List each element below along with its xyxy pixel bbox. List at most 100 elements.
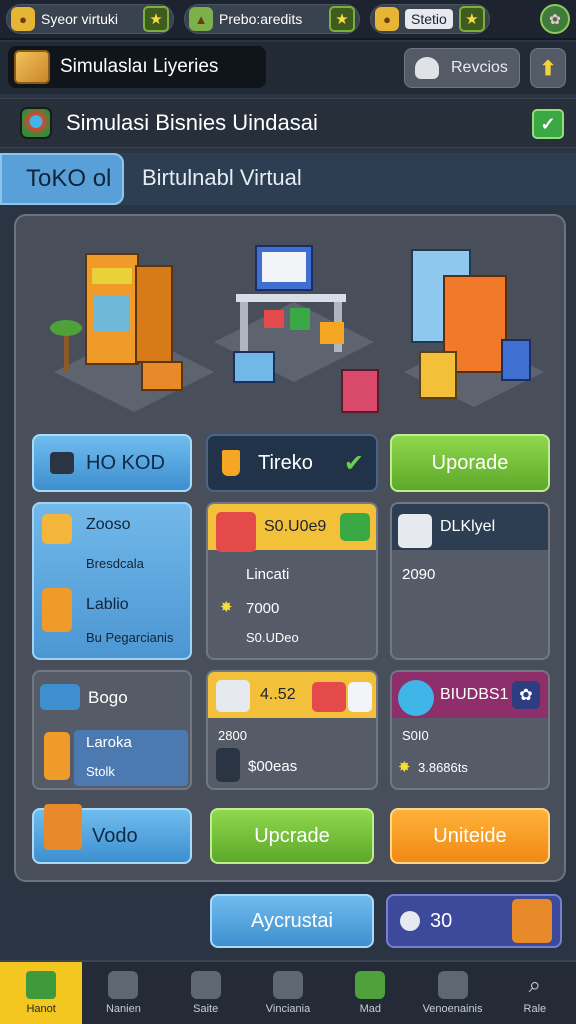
nav-vending[interactable]: Venoenainis [411, 962, 493, 1024]
card-price: 4..52 [260, 686, 296, 703]
tab-toko[interactable]: ToKO ol [0, 153, 124, 205]
resource-bar: ● Syeor virtuki ★ ▲ Prebo:aredits ★ ● St… [0, 0, 576, 40]
tab-toko-label: ToKO ol [26, 165, 112, 192]
star-icon: ★ [143, 6, 169, 32]
store-icon [50, 452, 74, 474]
tireko-button[interactable]: Tireko ✔ [206, 434, 378, 492]
basket-icon [512, 899, 552, 943]
shop-card-mid-top[interactable]: S0.U0e9 Lincati ✸ 7000 S0.UDeo [206, 502, 378, 660]
fridge-icon [42, 588, 72, 632]
upgrade-mid-label: Upcrade [254, 824, 330, 847]
sparkle-icon: ✸ [398, 759, 411, 776]
app-header: Simulaslaı Liyeries Revcios ⬆ [0, 42, 576, 94]
flower-icon: ✿ [512, 681, 540, 709]
currency-credits[interactable]: ▲ Prebo:aredits ★ [184, 4, 360, 34]
hokod-button[interactable]: HO KOD [32, 434, 192, 492]
card-title: BIUDBS1 [440, 686, 509, 703]
sparkle-icon: ✸ [220, 599, 233, 616]
vodo-button[interactable]: Vodo [32, 804, 192, 864]
card-stat: Stolk [86, 764, 115, 779]
card-stat: S0.UDeo [246, 630, 299, 645]
currency-studio[interactable]: ● Stetio ★ [370, 4, 490, 34]
coin-stack-icon: ● [11, 7, 35, 31]
shop-card-mid-mid[interactable]: 4..52 2800 $00eas [206, 670, 378, 790]
card-title: DLKlyel [440, 518, 496, 535]
aycrustai-label: Aycrustai [251, 909, 333, 932]
crate-icon [272, 971, 303, 999]
upgrade-right-label: Uniteide [433, 824, 507, 847]
card-stat: $00eas [248, 758, 298, 775]
level-up-button[interactable]: ⬆ [530, 48, 566, 88]
nav-label: Venoenainis [422, 1003, 483, 1015]
nav-label: Vinciania [265, 1003, 311, 1015]
nav-home[interactable]: Hanot [0, 962, 83, 1024]
user-icon [415, 57, 439, 79]
currency-virtual[interactable]: ● Syeor virtuki ★ [6, 4, 174, 34]
shop-card-left-mid[interactable]: Bogo Laroka Stolk [32, 670, 192, 790]
cash-icon [340, 513, 370, 541]
business-panel: HO KOD Tireko ✔ Uporade Zooso Bresdcala … [14, 214, 566, 882]
nav-label: Hanot [26, 1003, 56, 1015]
card-stat: 2090 [402, 566, 436, 583]
card-detail: Laroka Stolk [74, 730, 188, 786]
upgrade-button-top[interactable]: Uporade [390, 434, 550, 492]
shop-card-left-top[interactable]: Zooso Bresdcala Lablio Bu Pegarcianis [32, 502, 192, 660]
coin-icon: ● [375, 7, 399, 31]
card-stat: 3.8686ts [418, 760, 468, 775]
tab-virtual-label: Birtulnabl Virtual [142, 165, 302, 190]
page-title: Simulasi Bisnies Uindasai [66, 110, 318, 135]
card-price: S0.U0e9 [264, 518, 327, 535]
nav-label: Saite [193, 1003, 219, 1015]
nav-label: Mad [359, 1003, 381, 1015]
trash-can-icon [216, 748, 240, 782]
nav-sales[interactable]: Saite [165, 962, 247, 1024]
card-title: Lablio [86, 596, 129, 613]
box-icon [42, 514, 72, 544]
basket-count-button[interactable]: 30 [386, 894, 562, 948]
star-icon: ★ [458, 6, 485, 32]
basket-count: 30 [430, 909, 453, 932]
tireko-label: Tireko [258, 451, 313, 474]
currency-credits-label: Prebo:aredits [219, 11, 303, 27]
bottom-nav: Hanot Nanien Saite Vinciania Mad Venoena… [0, 960, 576, 1024]
card-title: Zooso [86, 516, 131, 533]
printer-icon [398, 514, 432, 548]
home-icon [26, 971, 57, 999]
register-icon [216, 680, 250, 712]
cart-icon [348, 682, 372, 712]
star-icon: ★ [329, 6, 355, 32]
checkmark-icon[interactable]: ✓ [532, 109, 564, 139]
tab-virtual[interactable]: Birtulnabl Virtual [142, 165, 302, 191]
car-icon [312, 682, 346, 712]
currency-virtual-label: Syeor virtuki [41, 11, 119, 27]
tab-bar: ToKO ol Birtulnabl Virtual [0, 153, 576, 205]
settings-icon[interactable]: ✿ [540, 4, 570, 34]
upgrade-button-mid[interactable]: Upcrade [210, 808, 374, 864]
shop-card-right-mid[interactable]: BIUDBS1 ✿ S0I0 ✸ 3.8686ts [390, 670, 550, 790]
card-subtitle: Bresdcala [86, 556, 144, 571]
plant-icon [190, 971, 221, 999]
profile-button[interactable]: Revcios [404, 48, 520, 88]
nav-notifications[interactable]: Nanien [82, 962, 164, 1024]
shop-card-right-top[interactable]: DLKlyel 2090 [390, 502, 550, 660]
aycrustai-button[interactable]: Aycrustai [210, 894, 374, 948]
card-stat: 2800 [218, 728, 247, 743]
nav-label: Rale [523, 1003, 547, 1015]
card-stat: 7000 [246, 600, 280, 617]
upgrade-button-right[interactable]: Uniteide [390, 808, 550, 864]
fridge-icon [44, 732, 70, 780]
page-heading: Simulasi Bisnies Uindasai ✓ [0, 98, 576, 148]
app-title: Simulaslaı Liyeries [8, 46, 266, 88]
nav-inventory[interactable]: Vinciania [247, 962, 329, 1024]
nav-map[interactable]: Mad [329, 962, 411, 1024]
card-title: Bogo [88, 688, 128, 707]
cup-icon [222, 450, 240, 476]
vodo-label: Vodo [92, 824, 138, 847]
nav-search[interactable]: ⌕ Rale [494, 962, 576, 1024]
vending-machine-icon [437, 971, 468, 999]
globe-icon [398, 680, 434, 716]
globe-logo-icon [20, 107, 52, 139]
backpack-icon: ▲ [189, 7, 213, 31]
leaf-check-icon: ✔ [343, 449, 364, 477]
cash-register-icon [216, 512, 256, 552]
